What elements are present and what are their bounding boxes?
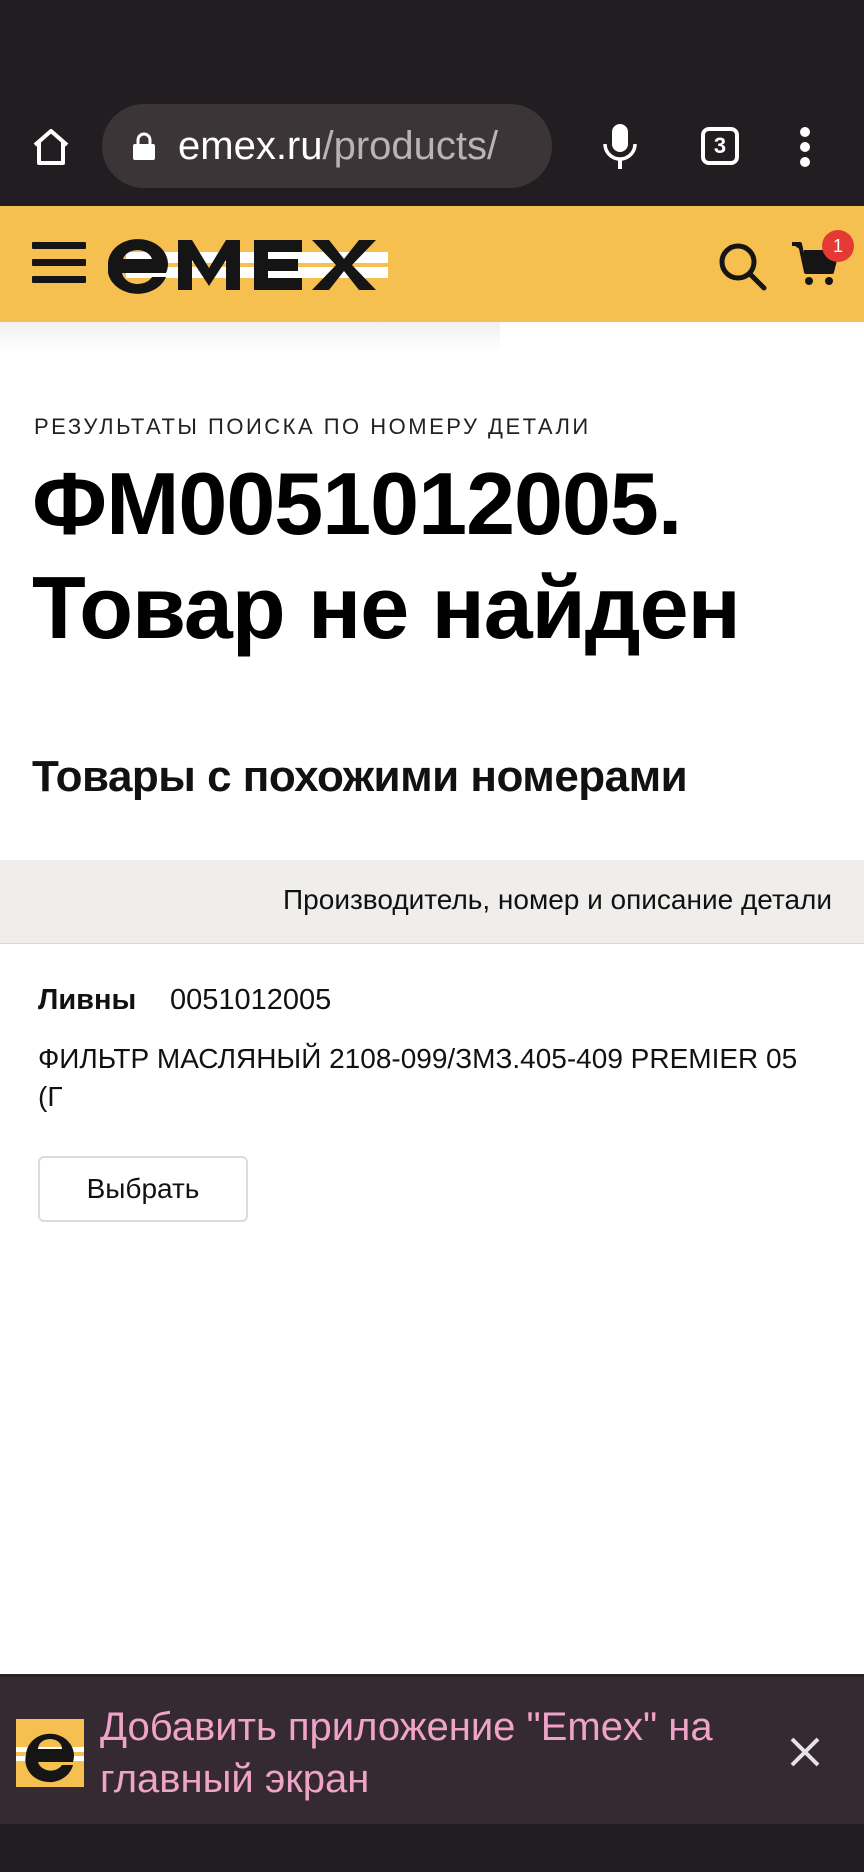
site-header: 1: [0, 206, 864, 322]
install-app-banner[interactable]: Добавить приложение "Emex" на главный эк…: [0, 1674, 864, 1824]
menu-icon[interactable]: [32, 242, 86, 288]
result-brand: Ливны: [38, 984, 137, 1016]
lock-icon: [130, 132, 158, 162]
cart-count-badge: 1: [822, 230, 854, 262]
select-button[interactable]: Выбрать: [38, 1156, 248, 1222]
results-table-header: Производитель, номер и описание детали: [0, 860, 864, 944]
browser-toolbar: emex.ru/products/ 3: [0, 100, 864, 206]
table-header-label: Производитель, номер и описание детали: [283, 884, 832, 915]
address-bar[interactable]: emex.ru/products/: [102, 104, 552, 188]
url-host: emex.ru: [178, 124, 323, 168]
close-icon[interactable]: [784, 1731, 826, 1773]
emex-app-icon: [16, 1719, 84, 1787]
search-results-kicker: РЕЗУЛЬТАТЫ ПОИСКА ПО НОМЕРУ ДЕТАЛИ: [34, 414, 591, 439]
home-icon[interactable]: [26, 122, 76, 172]
result-description: ФИЛЬТР МАСЛЯНЫЙ 2108-099/ЗМЗ.405-409 PRE…: [38, 1043, 798, 1112]
more-icon[interactable]: [795, 122, 815, 172]
similar-products-heading: Товары с похожими номерами: [32, 752, 688, 801]
status-bar: [0, 0, 864, 100]
url-path: /products/: [322, 124, 499, 168]
result-row: Ливны 0051012005 ФИЛЬТР МАСЛЯНЫЙ 2108-09…: [0, 944, 864, 1244]
emex-logo[interactable]: [107, 230, 408, 300]
system-nav-bar: [0, 1824, 864, 1872]
result-part-number: 0051012005: [170, 984, 332, 1016]
install-banner-text: Добавить приложение "Emex" на главный эк…: [100, 1705, 713, 1801]
page-title: ФМ0051012005. Товар не найден: [32, 454, 741, 657]
tabs-icon[interactable]: 3: [701, 127, 739, 165]
search-icon[interactable]: [716, 240, 768, 292]
mic-icon[interactable]: [600, 120, 640, 172]
url-text: emex.ru/products/: [178, 120, 498, 172]
header-shadow: [0, 322, 500, 352]
